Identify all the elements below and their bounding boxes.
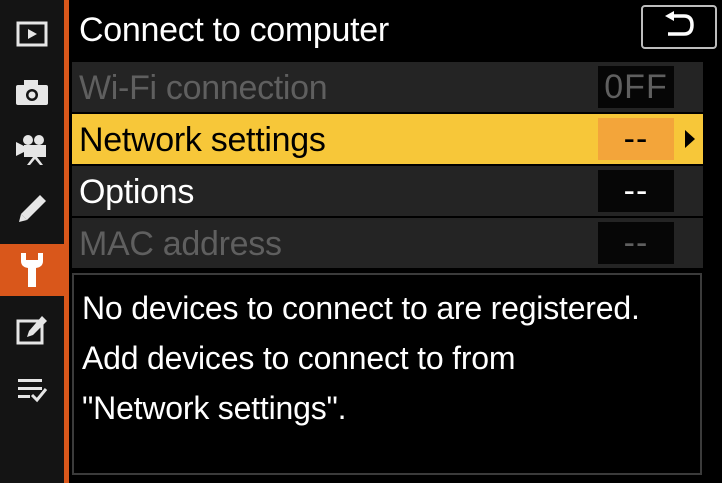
tab-setup[interactable] [0,244,64,296]
tab-retouch[interactable] [0,304,64,356]
menu-item-options[interactable]: Options -- [72,166,703,216]
sidebar-divider [64,0,69,483]
menu-item-label: Network settings [79,121,326,159]
movie-camera-icon [14,134,50,166]
back-button[interactable] [641,5,717,49]
tab-my-menu[interactable] [0,364,64,416]
menu-item-value: -- [598,118,674,160]
retouch-icon [16,315,48,345]
menu-item-network-settings[interactable]: Network settings -- [72,114,703,164]
menu-item-label: Wi-Fi connection [79,69,328,107]
pencil-icon [16,193,48,225]
help-message-box: No devices to connect to are registered.… [72,273,702,475]
submenu-arrow-icon [685,130,695,148]
menu-list: Wi-Fi connection 0FF Network settings --… [72,62,703,270]
help-message-text: No devices to connect to are registered.… [82,290,640,426]
menu-item-wifi-connection[interactable]: Wi-Fi connection 0FF [72,62,703,112]
menu-item-value: -- [598,170,674,212]
menu-header: Connect to computer [69,0,722,62]
wrench-icon [17,251,47,289]
tab-custom-settings[interactable] [0,183,64,235]
menu-sidebar [0,0,64,483]
my-menu-icon [16,376,48,404]
menu-item-mac-address[interactable]: MAC address -- [72,218,703,268]
menu-item-label: MAC address [79,225,282,263]
tab-photo-shooting[interactable] [0,66,64,118]
tab-playback[interactable] [0,8,64,60]
playback-icon [16,21,48,47]
return-arrow-icon [662,10,696,44]
tab-movie-shooting[interactable] [0,124,64,176]
menu-item-value: -- [598,222,674,264]
menu-item-label: Options [79,173,195,211]
page-title: Connect to computer [79,11,389,49]
menu-item-value: 0FF [598,66,674,108]
camera-icon [15,78,49,106]
